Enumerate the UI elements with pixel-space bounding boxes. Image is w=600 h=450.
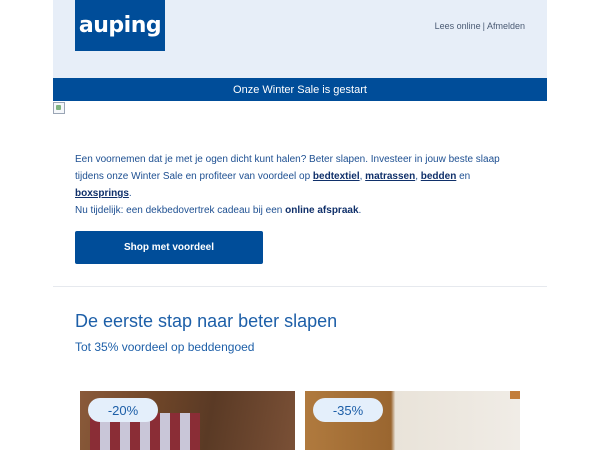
section-subtitle: Tot 35% voordeel op beddengoed	[75, 340, 255, 354]
sale-banner-text: Onze Winter Sale is gestart	[233, 83, 367, 96]
unsubscribe-link[interactable]: Afmelden	[487, 21, 525, 31]
email-container: auping Lees online | Afmelden Onze Winter …	[53, 0, 547, 450]
link-boxsprings[interactable]: boxsprings	[75, 188, 129, 199]
shop-button-label: Shop met voordeel	[123, 242, 214, 253]
product-card-pillow[interactable]: -20%	[80, 391, 295, 450]
broken-image-icon	[53, 102, 65, 114]
intro-and: en	[456, 171, 471, 182]
link-matrassen[interactable]: matrassen	[365, 171, 415, 182]
shop-button[interactable]: Shop met voordeel	[75, 231, 263, 264]
sale-banner[interactable]: Onze Winter Sale is gestart	[53, 78, 547, 101]
header-links: Lees online | Afmelden	[435, 21, 525, 31]
link-bedden[interactable]: bedden	[421, 171, 457, 182]
auping-logo[interactable]: auping	[75, 0, 165, 51]
section-title: De eerste stap naar beter slapen	[75, 311, 338, 331]
view-online-link[interactable]: Lees online	[435, 21, 481, 31]
link-bedtextiel[interactable]: bedtextiel	[313, 171, 360, 182]
email-header: auping Lees online | Afmelden	[53, 0, 547, 78]
intro-text: Een voornemen dat je met je ogen dicht k…	[75, 151, 525, 219]
link-online-afspraak[interactable]: online afspraak	[285, 205, 358, 216]
intro-line2-suffix: .	[358, 205, 362, 216]
intro-line2-prefix: Nu tijdelijk: een dekbedovertrek cadeau …	[75, 205, 286, 216]
product-card-bedding[interactable]: -35%	[305, 391, 520, 450]
discount-badge: -35%	[313, 398, 383, 422]
discount-badge: -20%	[88, 398, 158, 422]
product-image-detail	[510, 391, 520, 399]
section-divider	[53, 286, 547, 287]
intro-period: .	[128, 188, 132, 199]
